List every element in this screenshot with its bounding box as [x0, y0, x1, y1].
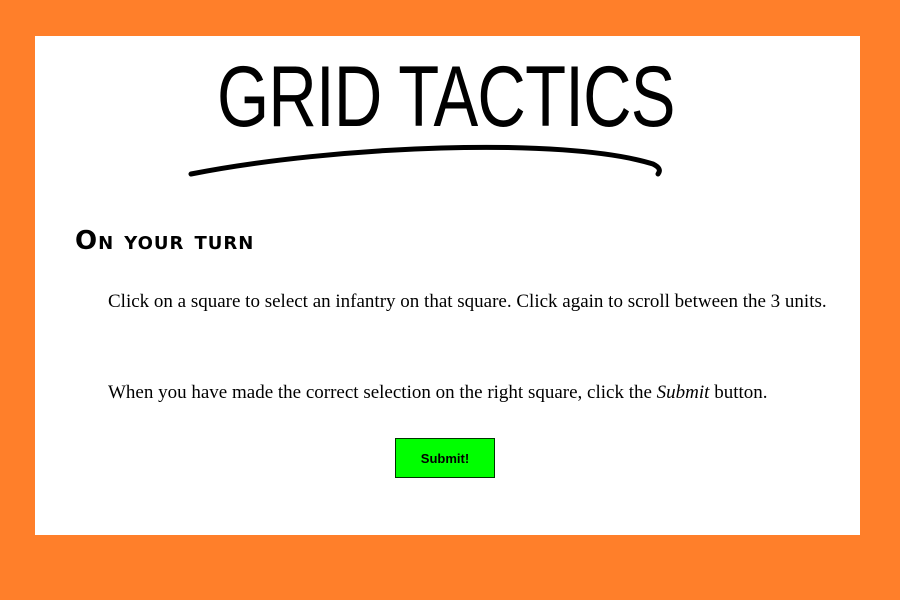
- instructions-paragraph-select: Click on a square to select an infantry …: [108, 291, 827, 312]
- submit-emphasis: Submit: [656, 382, 710, 403]
- submit-button[interactable]: Submit!: [395, 438, 495, 478]
- game-logo: GRID TACTICS: [183, 46, 683, 206]
- logo-title: GRID TACTICS: [217, 49, 676, 145]
- paragraph-text: When you have made the correct selection…: [108, 382, 657, 403]
- content-panel: GRID TACTICS On your turn Click on a squ…: [35, 36, 860, 535]
- instructions-paragraph-submit: When you have made the correct selection…: [108, 381, 848, 405]
- instructions-heading: On your turn: [75, 226, 255, 256]
- paragraph-text: button.: [709, 382, 768, 403]
